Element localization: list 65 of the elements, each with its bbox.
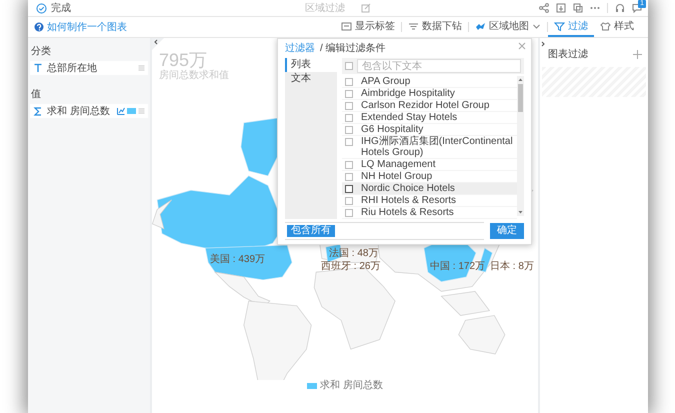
- sigma-icon: [33, 106, 43, 116]
- option-checkbox[interactable]: [345, 184, 353, 192]
- toolbar-button[interactable]: 数据下钻: [402, 17, 468, 37]
- toolbar-button[interactable]: 区域地图: [469, 17, 547, 37]
- option-checkbox[interactable]: [345, 208, 353, 216]
- scrollbar-drawing[interactable]: [517, 76, 524, 216]
- select-all-checkbox[interactable]: [345, 62, 353, 70]
- close-icon[interactable]: [518, 42, 526, 50]
- map-icon: [475, 20, 486, 32]
- export-icon[interactable]: [556, 3, 566, 13]
- field-chip[interactable]: 总部所在地: [30, 61, 148, 75]
- copy-icon[interactable]: [573, 3, 583, 13]
- panel-title: 图表过滤: [548, 48, 588, 61]
- option-row[interactable]: Extended Stay Hotels: [342, 112, 517, 124]
- option-row[interactable]: IHG洲际酒店集团(InterContinental Hotels Group): [342, 136, 517, 159]
- toolbar-button[interactable]: 显示标签: [335, 17, 401, 37]
- legend-label[interactable]: 求和 房间总数: [320, 380, 383, 392]
- collapse-right-icon[interactable]: [540, 41, 546, 47]
- add-icon[interactable]: [633, 50, 642, 58]
- help-link[interactable]: 如何制作一个图表: [34, 17, 127, 37]
- option-checkbox[interactable]: [345, 138, 353, 146]
- color-swatch[interactable]: [127, 108, 136, 114]
- legend-swatch: [307, 383, 318, 389]
- done-button[interactable]: 完成: [34, 1, 73, 15]
- section-heading: 值: [31, 88, 42, 101]
- edit-icon[interactable]: [361, 3, 371, 13]
- option-checkbox[interactable]: [345, 196, 353, 204]
- chart-title: 区域过滤: [305, 2, 345, 15]
- field-chip[interactable]: 求和 房间总数: [30, 104, 148, 118]
- chat-icon[interactable]: [632, 3, 642, 13]
- list-type-tab[interactable]: 列表: [285, 58, 337, 72]
- headset-icon[interactable]: [615, 3, 625, 13]
- option-row[interactable]: LQ Management: [342, 159, 517, 171]
- option-checkbox[interactable]: [345, 102, 353, 110]
- drag-handle-icon[interactable]: [138, 64, 145, 72]
- option-row[interactable]: Nordic Choice Hotels: [342, 183, 517, 195]
- map-label: 西班牙 : 26万: [321, 261, 380, 272]
- option-row[interactable]: G6 Hospitality: [342, 124, 517, 136]
- help-icon: [34, 22, 44, 32]
- dialog-title: / 编辑过滤条件: [320, 43, 386, 55]
- option-checkbox[interactable]: [345, 114, 353, 122]
- option-row[interactable]: Aimbridge Hospitality: [342, 88, 517, 100]
- text-type-icon: [33, 63, 43, 73]
- option-row[interactable]: Carlson Rezidor Hotel Group: [342, 100, 517, 112]
- drag-handle-icon[interactable]: [138, 107, 145, 115]
- shirt-icon: [600, 20, 611, 32]
- list-type-tab[interactable]: 文本: [285, 72, 337, 86]
- toolbar-tab[interactable]: 样式: [594, 17, 640, 37]
- section-heading: 分类: [31, 44, 52, 58]
- search-field[interactable]: 包含以下文本: [357, 59, 521, 73]
- filter-icon: [554, 20, 565, 32]
- check-circle-icon: [36, 2, 47, 14]
- option-row[interactable]: RHI Hotels & Resorts: [342, 195, 517, 207]
- map-label: 美国 : 439万: [210, 254, 266, 265]
- option-checkbox[interactable]: [345, 126, 353, 134]
- share-icon[interactable]: [539, 3, 549, 13]
- chart-type-icon[interactable]: [117, 107, 125, 115]
- option-checkbox[interactable]: [345, 90, 353, 98]
- option-checkbox[interactable]: [345, 78, 353, 86]
- collapse-left-icon[interactable]: [152, 38, 164, 50]
- option-checkbox[interactable]: [345, 160, 353, 168]
- option-checkbox[interactable]: [345, 172, 353, 180]
- option-row[interactable]: Riu Hotels & Resorts: [342, 207, 517, 219]
- option-row[interactable]: APA Group: [342, 76, 517, 88]
- map-label: 日本 : 8万: [490, 261, 534, 272]
